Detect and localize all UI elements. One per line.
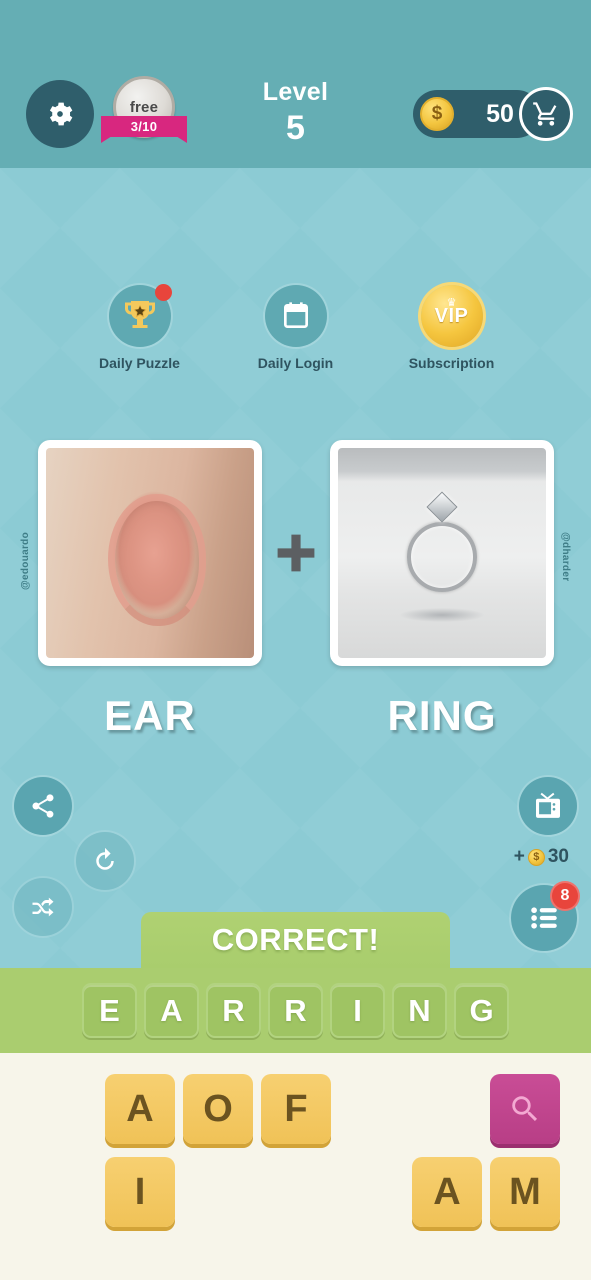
word-label-right: RING (387, 692, 497, 739)
settings-button[interactable] (26, 80, 94, 148)
answer-tile[interactable]: N (392, 983, 447, 1038)
answer-tile[interactable]: I (330, 983, 385, 1038)
game-main-area: Daily Puzzle Daily Login ♛ VIP Subscript… (0, 168, 591, 968)
daily-login-circle (264, 285, 327, 347)
status-bar (0, 0, 591, 62)
ring-photo (338, 448, 546, 658)
watch-ad-button[interactable] (519, 777, 577, 835)
ring-reflection (400, 608, 484, 623)
free-coin-label: free (129, 98, 159, 116)
daily-puzzle-notification-badge (154, 284, 172, 301)
letter-key[interactable]: O (183, 1074, 253, 1144)
ad-reward-label: + $ 30 (514, 846, 569, 868)
shop-button[interactable] (519, 87, 573, 141)
word-label-row: EAR RING (0, 692, 591, 752)
promo-subscription[interactable]: ♛ VIP Subscription (400, 285, 504, 371)
share-button[interactable] (14, 777, 72, 835)
letter-key[interactable]: M (490, 1157, 560, 1227)
game-header: free 3/10 Level 5 $ 50 (0, 62, 591, 168)
free-coin-ribbon: 3/10 (101, 116, 187, 143)
answer-tile[interactable]: G (454, 983, 509, 1038)
letter-keyboard: A O F I A M (0, 1053, 591, 1280)
answer-tile[interactable]: E (82, 983, 137, 1038)
tv-icon (536, 792, 560, 818)
refresh-button[interactable] (76, 832, 134, 890)
daily-puzzle-label: Daily Puzzle (99, 355, 180, 371)
ring-band (407, 522, 477, 593)
promo-daily-puzzle[interactable]: Daily Puzzle (88, 284, 192, 371)
answer-tile[interactable]: R (206, 983, 261, 1038)
hint-button[interactable] (490, 1074, 560, 1144)
ring-diamond (426, 491, 458, 523)
ear-photo (46, 448, 254, 658)
shopping-cart-icon (533, 102, 557, 126)
shuffle-icon (32, 897, 54, 917)
word-label-left: EAR (104, 692, 196, 739)
answer-tile[interactable]: A (144, 983, 199, 1038)
answer-tile[interactable]: R (268, 983, 323, 1038)
letter-key[interactable]: A (105, 1074, 175, 1144)
left-image-credit: @edouardo (20, 532, 31, 591)
daily-login-label: Daily Login (257, 355, 334, 371)
puzzle-card-left[interactable] (38, 440, 262, 666)
levels-badge: 8 (550, 881, 580, 911)
subscription-label: Subscription (408, 355, 495, 371)
free-coin-progress: 3/10 (130, 119, 158, 134)
promo-daily-login[interactable]: Daily Login (244, 285, 348, 371)
reward-prefix: + (513, 846, 525, 867)
shuffle-button[interactable] (14, 878, 72, 936)
puzzle-image-row: @edouardo @dharder (0, 440, 591, 672)
plus-icon (277, 534, 314, 572)
calendar-icon (283, 302, 308, 328)
crown-icon: ♛ (446, 297, 457, 309)
promo-row: Daily Puzzle Daily Login ♛ VIP Subscript… (0, 284, 591, 371)
letter-key[interactable]: I (105, 1157, 175, 1227)
letter-key[interactable]: F (261, 1074, 331, 1144)
status-banner: CORRECT! (141, 912, 450, 968)
share-icon (32, 794, 54, 818)
search-icon (512, 1096, 538, 1122)
refresh-icon (96, 847, 114, 870)
subscription-circle: ♛ VIP (420, 285, 483, 347)
levels-list-button[interactable]: 8 (511, 881, 580, 951)
coin-balance-widget[interactable]: $ 50 (413, 87, 573, 141)
reward-amount: 30 (547, 846, 569, 867)
puzzle-card-right[interactable] (330, 440, 554, 666)
daily-puzzle-circle (108, 284, 172, 347)
answer-tiles-row: E A R R I N G (0, 968, 591, 1053)
reward-coin-icon: $ (527, 848, 545, 866)
coin-icon: $ (420, 97, 454, 131)
gear-icon (49, 102, 73, 126)
letter-key[interactable]: A (412, 1157, 482, 1227)
coin-symbol: $ (431, 103, 443, 124)
free-coin-widget[interactable]: free 3/10 (101, 76, 187, 156)
trophy-icon (124, 301, 155, 328)
right-image-credit: @dharder (560, 532, 571, 582)
